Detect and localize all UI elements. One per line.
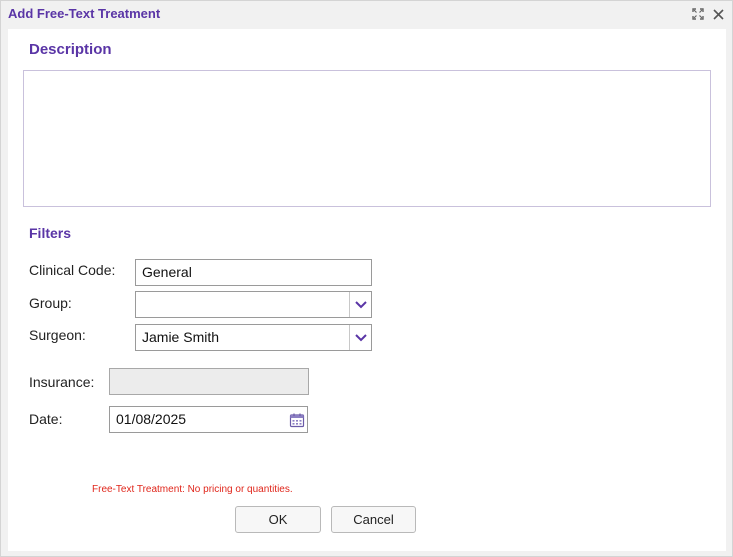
insurance-label: Insurance: xyxy=(29,374,95,390)
surgeon-label: Surgeon: xyxy=(29,327,86,343)
date-label: Date: xyxy=(29,411,63,427)
close-icon[interactable] xyxy=(709,5,727,23)
dialog-body: Description Filters Clinical Code: Gener… xyxy=(8,29,726,551)
clinical-code-field[interactable]: General xyxy=(135,259,372,286)
dialog-title: Add Free-Text Treatment xyxy=(8,6,161,21)
chevron-down-icon[interactable] xyxy=(349,292,371,317)
date-field[interactable]: 01/08/2025 xyxy=(109,406,287,433)
filters-heading: Filters xyxy=(29,225,72,241)
free-text-warning: Free-Text Treatment: No pricing or quant… xyxy=(92,484,293,495)
chevron-down-icon[interactable] xyxy=(349,325,371,350)
ok-button[interactable]: OK xyxy=(235,506,321,533)
surgeon-select-value: Jamie Smith xyxy=(142,329,220,345)
description-textarea[interactable] xyxy=(23,70,711,207)
add-free-text-treatment-dialog: Add Free-Text Treatment Description Filt… xyxy=(0,0,733,557)
group-label: Group: xyxy=(29,295,72,311)
insurance-field xyxy=(109,368,309,395)
group-select[interactable] xyxy=(135,291,372,318)
dialog-titlebar: Add Free-Text Treatment xyxy=(1,1,732,29)
surgeon-select[interactable]: Jamie Smith xyxy=(135,324,372,351)
cancel-button[interactable]: Cancel xyxy=(331,506,416,533)
maximize-icon[interactable] xyxy=(689,5,707,23)
clinical-code-label: Clinical Code: xyxy=(29,262,116,278)
description-heading: Description xyxy=(29,41,112,58)
calendar-icon[interactable] xyxy=(286,406,308,433)
